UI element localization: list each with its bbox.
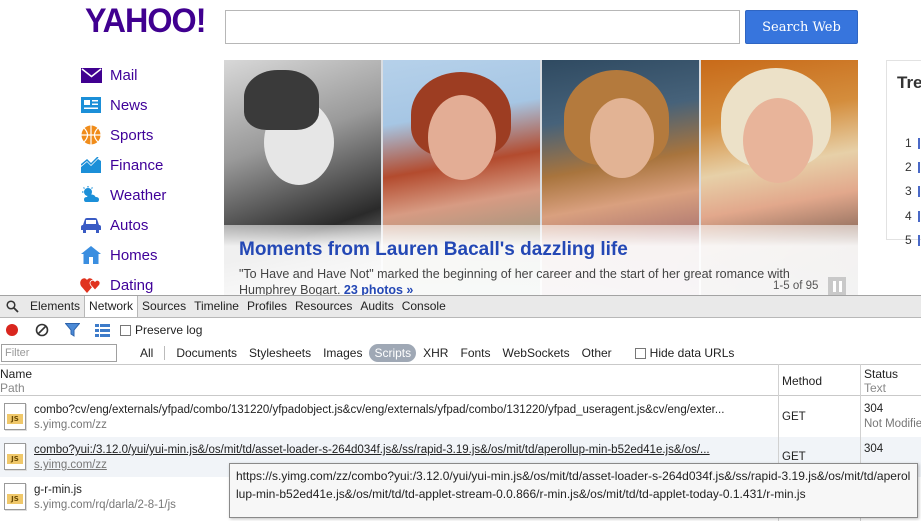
- sports-icon: [80, 125, 102, 145]
- request-domain: s.yimg.com/rq/darla/2-8-1/js: [34, 499, 176, 511]
- tab-resources[interactable]: Resources: [291, 296, 356, 317]
- trending-link-5[interactable]: [918, 235, 920, 246]
- nav-label-sports: Sports: [110, 126, 154, 144]
- request-url-tooltip: https://s.yimg.com/zz/combo?yui:/3.12.0/…: [229, 463, 918, 518]
- dating-icon: [80, 275, 102, 295]
- request-status-text: Not Modified: [864, 418, 921, 430]
- trending-link-2[interactable]: [918, 162, 920, 173]
- nav-label-dating: Dating: [110, 276, 154, 294]
- weather-icon: [80, 185, 102, 205]
- script-file-icon: JS: [4, 483, 26, 510]
- filter-icon[interactable]: [64, 322, 80, 338]
- type-other[interactable]: Other: [577, 344, 617, 362]
- hero-counter: 1-5 of 95: [773, 280, 819, 292]
- record-icon[interactable]: [4, 322, 20, 338]
- tab-elements[interactable]: Elements: [26, 296, 84, 317]
- trending-number: 2: [905, 160, 912, 174]
- mail-icon: [80, 65, 102, 85]
- tab-audits[interactable]: Audits: [356, 296, 397, 317]
- clear-icon[interactable]: [34, 322, 50, 338]
- type-documents[interactable]: Documents: [171, 344, 242, 362]
- type-images[interactable]: Images: [318, 344, 367, 362]
- nav-label-homes: Homes: [110, 246, 158, 264]
- homes-icon: [80, 245, 102, 265]
- nav-label-autos: Autos: [110, 216, 149, 234]
- hero-photos-link[interactable]: 23 photos »: [344, 283, 413, 295]
- network-row[interactable]: JS combo?cv/eng/externals/yfpad/combo/13…: [0, 397, 921, 437]
- column-text[interactable]: Text: [864, 381, 886, 395]
- hero-slideshow[interactable]: Moments from Lauren Bacall's dazzling li…: [224, 60, 858, 295]
- request-domain: s.yimg.com/zz: [34, 419, 107, 431]
- trending-title: Tre: [897, 73, 921, 92]
- column-name[interactable]: Name: [0, 367, 32, 381]
- search-web-button[interactable]: Search Web: [745, 10, 858, 44]
- trending-link-3[interactable]: [918, 186, 920, 197]
- filter-input[interactable]: [1, 344, 117, 362]
- type-all[interactable]: All: [135, 344, 158, 362]
- request-status: 304: [864, 403, 884, 415]
- nav-label-finance: Finance: [110, 156, 164, 174]
- network-table-header: Name Path Method Status Text: [0, 364, 921, 396]
- news-icon: [80, 95, 102, 115]
- tab-profiles[interactable]: Profiles: [243, 296, 291, 317]
- column-path[interactable]: Path: [0, 381, 25, 395]
- search-input[interactable]: [225, 10, 740, 44]
- hide-data-urls-checkbox[interactable]: [634, 347, 646, 359]
- finance-icon: [80, 155, 102, 175]
- trending-link-1[interactable]: [918, 138, 920, 149]
- nav-item-news[interactable]: News: [80, 90, 220, 120]
- type-xhr[interactable]: XHR: [418, 344, 453, 362]
- type-scripts[interactable]: Scripts: [369, 344, 417, 362]
- nav-item-mail[interactable]: Mail: [80, 60, 220, 90]
- trending-link-4[interactable]: [918, 211, 920, 222]
- nav-item-autos[interactable]: Autos: [80, 210, 220, 240]
- pause-icon[interactable]: [828, 277, 846, 295]
- yahoo-logo[interactable]: YAHOO!: [85, 2, 206, 41]
- request-domain: s.yimg.com/zz: [34, 459, 107, 471]
- trending-number: 1: [905, 136, 912, 150]
- nav-label-weather: Weather: [110, 186, 167, 204]
- devtools-tabbar: Elements Network Sources Timeline Profil…: [0, 296, 921, 318]
- nav-item-sports[interactable]: Sports: [80, 120, 220, 150]
- tab-network[interactable]: Network: [84, 296, 139, 317]
- type-divider: [164, 346, 166, 360]
- nav-item-weather[interactable]: Weather: [80, 180, 220, 210]
- preserve-log-checkbox[interactable]: [120, 324, 131, 336]
- script-file-icon: JS: [4, 443, 26, 470]
- hero-description: "To Have and Have Not" marked the beginn…: [239, 266, 824, 295]
- script-file-icon: JS: [4, 403, 26, 430]
- request-name[interactable]: combo?cv/eng/externals/yfpad/combo/13122…: [34, 404, 774, 416]
- trending-number: 3: [905, 184, 912, 198]
- nav-item-homes[interactable]: Homes: [80, 240, 220, 270]
- type-fonts[interactable]: Fonts: [455, 344, 495, 362]
- trending-number: 5: [905, 233, 912, 247]
- autos-icon: [80, 215, 102, 235]
- yahoo-nav: Mail News Sports Finance Weather Autos H…: [80, 60, 220, 300]
- request-name[interactable]: combo?yui:/3.12.0/yui/yui-min.js&/os/mit…: [34, 444, 774, 456]
- request-method: GET: [782, 411, 806, 423]
- column-method[interactable]: Method: [782, 374, 822, 388]
- hide-data-urls-label: Hide data URLs: [649, 346, 735, 360]
- nav-label-news: News: [110, 96, 148, 114]
- column-status[interactable]: Status: [864, 367, 898, 381]
- nav-item-finance[interactable]: Finance: [80, 150, 220, 180]
- trending-number: 4: [905, 209, 912, 223]
- tab-timeline[interactable]: Timeline: [190, 296, 243, 317]
- network-toolbar: Preserve log: [0, 319, 921, 341]
- nav-label-mail: Mail: [110, 66, 138, 84]
- trending-panel: Tre 1 2 3 4 5: [886, 60, 921, 247]
- hero-title[interactable]: Moments from Lauren Bacall's dazzling li…: [239, 239, 628, 261]
- view-list-icon[interactable]: [94, 322, 110, 338]
- tab-console[interactable]: Console: [398, 296, 450, 317]
- preserve-log-label: Preserve log: [135, 323, 203, 337]
- network-filterbar: All Documents Stylesheets Images Scripts…: [0, 342, 921, 364]
- type-websockets[interactable]: WebSockets: [498, 344, 575, 362]
- type-stylesheets[interactable]: Stylesheets: [244, 344, 316, 362]
- request-status: 304: [864, 443, 884, 455]
- hero-description-text: "To Have and Have Not" marked the beginn…: [239, 267, 790, 295]
- tab-sources[interactable]: Sources: [138, 296, 190, 317]
- request-method: GET: [782, 451, 806, 463]
- search-icon[interactable]: [4, 299, 20, 315]
